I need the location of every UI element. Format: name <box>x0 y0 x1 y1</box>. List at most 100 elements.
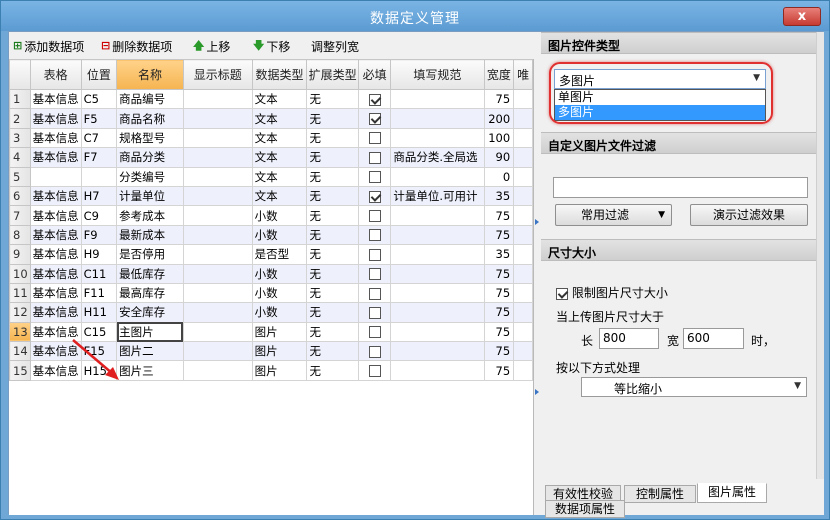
cell-table[interactable]: 基本信息 <box>29 282 82 304</box>
cell-width[interactable]: 75 <box>483 263 515 284</box>
table-row[interactable]: 6 基本信息 H7 计量单位 文本无 计量单位.可用计 35 <box>9 185 533 207</box>
cell-rule[interactable] <box>390 263 485 284</box>
cell-unique[interactable] <box>513 166 533 187</box>
cell-pos[interactable]: C11 <box>80 263 118 284</box>
column-header[interactable]: 数据类型 <box>251 59 308 90</box>
cell-unique[interactable] <box>513 341 533 362</box>
cell-title[interactable] <box>182 108 253 129</box>
cell-rule[interactable]: 计量单位.可用计 <box>390 185 485 207</box>
cell-dtype[interactable]: 图片 <box>251 341 308 362</box>
cell-dtype[interactable]: 图片 <box>251 360 308 381</box>
cell-table[interactable] <box>29 166 82 187</box>
row-number[interactable]: 8 <box>9 224 31 246</box>
cell-ext[interactable]: 无 <box>306 205 359 226</box>
move-up-button[interactable]: 🡅 上移 <box>193 38 230 54</box>
required-checkbox[interactable] <box>368 365 381 378</box>
cell-rule[interactable] <box>390 205 485 226</box>
row-number[interactable]: 7 <box>9 205 31 226</box>
cell-dtype[interactable]: 小数 <box>251 302 308 323</box>
cell-table[interactable]: 基本信息 <box>29 224 82 246</box>
required-cell[interactable] <box>357 263 392 284</box>
cell-ext[interactable]: 无 <box>306 147 359 168</box>
required-cell[interactable] <box>357 127 392 149</box>
required-checkbox[interactable] <box>368 268 381 281</box>
cell-ext[interactable]: 无 <box>306 244 359 265</box>
cell-name[interactable]: 商品名称 <box>116 108 184 129</box>
cell-table[interactable]: 基本信息 <box>29 360 82 381</box>
table-row[interactable]: 5 分类编号 文本无 0 <box>9 166 533 187</box>
row-number[interactable]: 10 <box>9 263 31 284</box>
column-header[interactable]: 宽度 <box>483 59 515 90</box>
cell-table[interactable]: 基本信息 <box>29 205 82 226</box>
demo-filter-button[interactable]: 演示过滤效果 <box>690 204 808 226</box>
required-checkbox[interactable] <box>368 171 381 184</box>
column-header[interactable]: 必填 <box>357 59 392 90</box>
cell-unique[interactable] <box>513 244 533 265</box>
required-cell[interactable] <box>357 321 392 343</box>
cell-unique[interactable] <box>513 224 533 246</box>
row-number[interactable]: 4 <box>9 147 31 168</box>
cell-name[interactable]: 分类编号 <box>116 166 184 187</box>
cell-title[interactable] <box>182 205 253 226</box>
column-header[interactable]: 显示标题 <box>182 59 253 90</box>
cell-ext[interactable]: 无 <box>306 224 359 246</box>
cell-ext[interactable]: 无 <box>306 360 359 381</box>
cell-name[interactable]: 最低库存 <box>116 263 184 284</box>
cell-dtype[interactable]: 小数 <box>251 224 308 246</box>
required-cell[interactable] <box>357 302 392 323</box>
required-cell[interactable] <box>357 360 392 381</box>
cell-table[interactable]: 基本信息 <box>29 185 82 207</box>
row-number[interactable]: 11 <box>9 282 31 304</box>
table-row[interactable]: 1 基本信息 C5 商品编号 文本无 75 <box>9 88 533 110</box>
cell-pos[interactable]: C9 <box>80 205 118 226</box>
limit-size-checkbox-row[interactable]: 限制图片尺寸大小 <box>556 284 668 301</box>
collapse-arrow-icon[interactable] <box>535 389 539 395</box>
width-input[interactable]: 600 <box>683 328 744 349</box>
cell-title[interactable] <box>182 127 253 149</box>
cell-unique[interactable] <box>513 282 533 304</box>
required-cell[interactable] <box>357 88 392 110</box>
cell-rule[interactable] <box>390 341 485 362</box>
panel-scrollbar[interactable] <box>816 32 824 479</box>
cell-pos[interactable]: F15 <box>80 341 118 362</box>
cell-name[interactable]: 商品分类 <box>116 147 184 168</box>
cell-unique[interactable] <box>513 127 533 149</box>
cell-unique[interactable] <box>513 108 533 129</box>
cell-width[interactable]: 75 <box>483 360 515 381</box>
column-header[interactable]: 表格 <box>29 59 82 90</box>
required-cell[interactable] <box>357 224 392 246</box>
cell-width[interactable]: 35 <box>483 244 515 265</box>
cell-rule[interactable] <box>390 127 485 149</box>
cell-dtype[interactable]: 文本 <box>251 127 308 149</box>
cell-title[interactable] <box>182 224 253 246</box>
cell-title[interactable] <box>182 360 253 381</box>
cell-table[interactable]: 基本信息 <box>29 244 82 265</box>
cell-pos[interactable]: H15 <box>80 360 118 381</box>
table-row[interactable]: 2 基本信息 F5 商品名称 文本无 200 <box>9 108 533 129</box>
cell-unique[interactable] <box>513 147 533 168</box>
row-number[interactable]: 3 <box>9 127 31 149</box>
cell-ext[interactable]: 无 <box>306 302 359 323</box>
length-input[interactable]: 800 <box>599 328 659 349</box>
cell-title[interactable] <box>182 244 253 265</box>
panel-splitter[interactable] <box>534 59 541 515</box>
required-checkbox[interactable] <box>368 229 381 242</box>
cell-rule[interactable] <box>390 360 485 381</box>
filter-input[interactable] <box>553 177 808 198</box>
cell-unique[interactable] <box>513 302 533 323</box>
cell-title[interactable] <box>182 302 253 323</box>
cell-dtype[interactable]: 是否型 <box>251 244 308 265</box>
required-checkbox[interactable] <box>368 210 381 223</box>
cell-rule[interactable] <box>390 108 485 129</box>
table-row[interactable]: 11 基本信息 F11 最高库存 小数无 75 <box>9 282 533 304</box>
close-button[interactable]: x <box>783 7 821 26</box>
cell-name[interactable]: 安全库存 <box>116 302 184 323</box>
table-row[interactable]: 15 基本信息 H15 图片三 图片无 75 <box>9 360 533 381</box>
table-row[interactable]: 10 基本信息 C11 最低库存 小数无 75 <box>9 263 533 284</box>
common-filter-dropdown[interactable]: 常用过滤 ▼ <box>555 204 672 226</box>
add-item-button[interactable]: ⊞ 添加数据项 <box>13 38 84 54</box>
cell-title[interactable] <box>182 147 253 168</box>
cell-dtype[interactable]: 小数 <box>251 263 308 284</box>
tab-item-props[interactable]: 数据项属性 <box>545 500 625 518</box>
cell-dtype[interactable]: 小数 <box>251 205 308 226</box>
